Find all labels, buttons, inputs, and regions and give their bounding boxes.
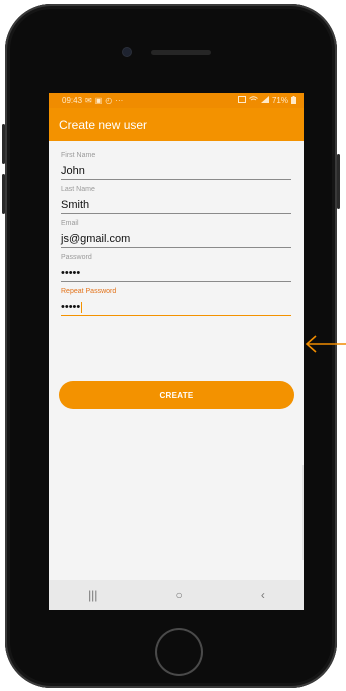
battery-level: 71% — [271, 96, 288, 105]
front-camera — [123, 48, 131, 56]
password-input[interactable]: ••••• — [61, 265, 291, 282]
app-screen: 09:43 ✉ ▣ ◴ ··· 71% Create new user Firs… — [49, 93, 304, 610]
email-input[interactable]: js@gmail.com — [61, 231, 291, 248]
last-name-label: Last Name — [61, 186, 95, 193]
android-nav-bar: ||| ○ ‹ — [49, 580, 304, 610]
nfc-icon — [237, 96, 246, 105]
home-icon[interactable]: ○ — [176, 588, 183, 602]
password-label: Password — [61, 254, 92, 261]
app-bar: Create new user — [49, 108, 304, 141]
back-icon[interactable]: ‹ — [261, 588, 265, 602]
repeat-password-value: ••••• — [61, 301, 81, 313]
page-title: Create new user — [59, 117, 148, 132]
home-button[interactable] — [157, 630, 201, 674]
battery-icon — [291, 95, 296, 106]
whatsapp-icon: ◴ — [105, 96, 113, 105]
gallery-icon: ▣ — [94, 96, 103, 105]
more-notifications: ··· — [115, 96, 124, 105]
password-field[interactable]: Password ••••• — [61, 253, 291, 282]
email-field[interactable]: Email js@gmail.com — [61, 219, 291, 248]
last-name-input[interactable]: Smith — [61, 197, 291, 214]
scroll-indicator — [302, 465, 304, 560]
recents-icon[interactable]: ||| — [88, 588, 97, 602]
repeat-password-label: Repeat Password — [61, 288, 117, 295]
volume-button — [2, 174, 5, 214]
first-name-field[interactable]: First Name John — [61, 151, 291, 180]
last-name-field[interactable]: Last Name Smith — [61, 185, 291, 214]
status-bar: 09:43 ✉ ▣ ◴ ··· 71% — [49, 93, 304, 108]
power-button — [337, 154, 340, 209]
repeat-password-input[interactable]: ••••• — [61, 299, 291, 316]
email-label: Email — [61, 220, 79, 227]
first-name-input[interactable]: John — [61, 163, 291, 180]
wifi-icon — [249, 96, 258, 105]
earpiece-speaker — [151, 50, 211, 55]
repeat-password-field[interactable]: Repeat Password ••••• — [61, 287, 291, 316]
mail-icon: ✉ — [85, 96, 92, 105]
create-button[interactable]: CREATE — [59, 381, 294, 409]
text-cursor — [81, 301, 83, 313]
signal-icon — [260, 96, 269, 105]
pointer-arrow-icon — [305, 335, 346, 353]
status-time: 09:43 — [62, 96, 83, 105]
volume-button — [2, 124, 5, 164]
first-name-label: First Name — [61, 152, 96, 159]
